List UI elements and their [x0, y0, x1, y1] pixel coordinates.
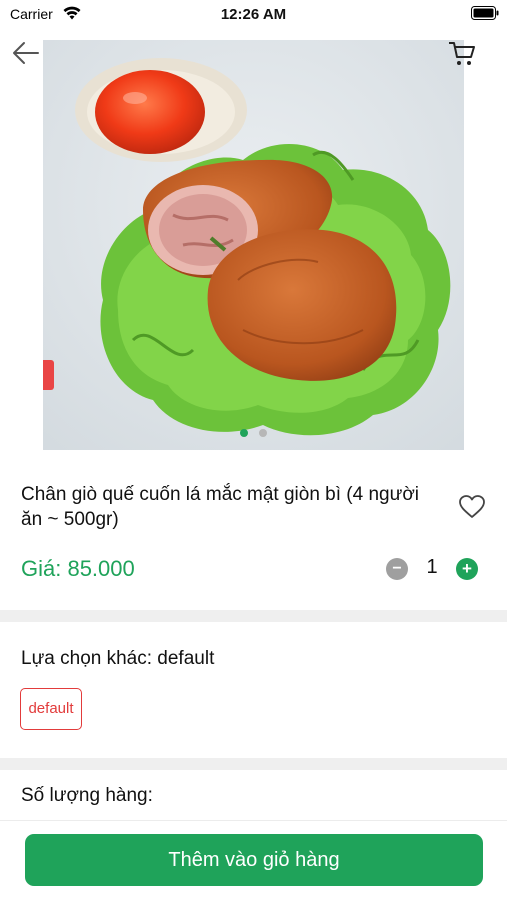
- battery-icon: [471, 6, 499, 20]
- option-chip-default[interactable]: default: [20, 688, 82, 730]
- section-divider: [0, 758, 507, 770]
- gallery-dot-active[interactable]: [240, 429, 248, 437]
- section-divider: [0, 610, 507, 622]
- gallery-dot[interactable]: [259, 429, 267, 437]
- price-label: Giá: 85.000: [21, 556, 135, 581]
- clock: 12:26 AM: [220, 6, 287, 23]
- product-title: Chân giò quế cuốn lá mắc mật giòn bì (4 …: [21, 484, 420, 530]
- cart-button[interactable]: [446, 38, 478, 68]
- stock-label: Số lượng hàng:: [21, 785, 153, 806]
- quantity-value: 1: [426, 556, 438, 578]
- status-bar: Carrier 12:26 AM: [0, 0, 507, 28]
- options-label: Lựa chọn khác: default: [21, 648, 215, 669]
- arrow-left-icon: [13, 42, 39, 64]
- add-to-cart-button[interactable]: Thêm vào giỏ hàng: [25, 834, 483, 886]
- product-photo: [43, 40, 464, 450]
- favorite-button[interactable]: [458, 494, 486, 520]
- heart-outline-icon: [459, 495, 485, 518]
- side-tab[interactable]: [43, 360, 54, 390]
- quantity-decrease-button[interactable]: −: [386, 558, 408, 580]
- quantity-increase-button[interactable]: +: [456, 558, 478, 580]
- cart-icon: [449, 42, 475, 65]
- product-image[interactable]: [43, 40, 464, 450]
- back-button[interactable]: [10, 38, 42, 68]
